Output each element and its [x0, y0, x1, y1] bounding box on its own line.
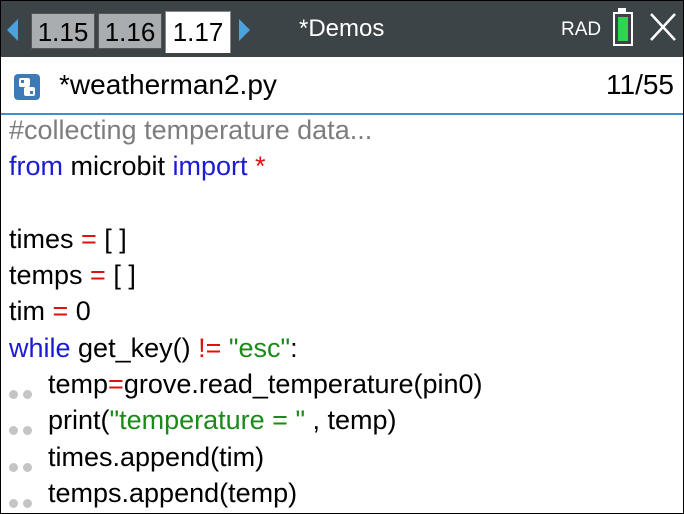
operator: = [81, 223, 97, 254]
code-text: get_key() [70, 332, 199, 363]
code-text: [ ] [105, 260, 136, 291]
file-name: *weatherman2.py [59, 69, 277, 100]
code-text: temp [48, 369, 109, 400]
close-icon[interactable] [648, 11, 678, 43]
indent-dots-icon [9, 482, 48, 508]
keyword-import: import [172, 151, 248, 182]
comment: #collecting temperature data... [9, 115, 373, 145]
code-line-11[interactable]: temps.append(temp) [9, 476, 679, 512]
operator: != [198, 332, 222, 363]
battery-icon [613, 12, 633, 46]
calculator-screen: 1.15 1.16 1.17 *Demos RAD *weatherman2.p… [0, 0, 684, 514]
indent-dots-icon [9, 409, 48, 436]
line-position: 11/55 [606, 69, 674, 100]
document-title: *Demos [299, 15, 385, 42]
tab-1-17-active[interactable]: 1.17 [165, 11, 231, 53]
battery-level [618, 17, 628, 41]
string-literal: "temperature = " [109, 405, 306, 436]
code-text: temps [9, 260, 91, 291]
next-page-arrow-icon[interactable] [239, 19, 250, 41]
code-line-7[interactable]: while get_key() != "esc": [9, 331, 679, 367]
code-text: 0 [68, 296, 91, 327]
code-line-1[interactable]: #collecting temperature data... [9, 113, 679, 149]
operator: = [90, 260, 106, 291]
keyword-from: from [9, 151, 63, 182]
operator: = [52, 296, 69, 327]
file-header: *weatherman2.py 11/55 [1, 57, 683, 115]
tab-1-16[interactable]: 1.16 [98, 13, 162, 49]
indent-dots-icon [9, 373, 48, 399]
angle-mode-indicator: RAD [561, 19, 602, 40]
code-line-9[interactable]: print("temperature = " , temp) [9, 403, 679, 439]
code-text: times [9, 223, 82, 254]
top-bar: 1.15 1.16 1.17 *Demos RAD [1, 1, 683, 57]
keyword-while: while [9, 332, 71, 363]
code-line-3-blank[interactable] [9, 186, 679, 222]
python-logo-icon [14, 74, 40, 100]
code-text: temps.append(temp) [48, 477, 298, 508]
code-text: grove.read_temperature(pin0) [123, 369, 483, 400]
code-text: tim [9, 296, 53, 327]
code-text: print( [48, 405, 110, 436]
code-text: , temp) [305, 405, 397, 436]
code-line-2[interactable]: from microbit import * [9, 149, 679, 185]
import-star: * [247, 151, 266, 182]
string-literal: "esc" [228, 332, 291, 363]
code-line-5[interactable]: temps = [ ] [9, 258, 679, 294]
indent-dots-icon [9, 446, 48, 472]
code-line-6[interactable]: tim = 0 [9, 294, 679, 330]
code-line-4[interactable]: times = [ ] [9, 222, 679, 258]
code-text: : [290, 332, 298, 363]
code-editor[interactable]: #collecting temperature data... from mic… [9, 113, 679, 512]
previous-page-arrow-icon[interactable] [7, 19, 18, 41]
code-text: times.append(tim) [48, 441, 265, 472]
code-line-8[interactable]: temp=grove.read_temperature(pin0) [9, 367, 679, 403]
tab-1-15[interactable]: 1.15 [31, 13, 95, 49]
code-line-10[interactable]: times.append(tim) [9, 440, 679, 476]
code-text: [ ] [96, 223, 127, 254]
operator: = [108, 369, 124, 400]
module-name: microbit [63, 151, 173, 182]
